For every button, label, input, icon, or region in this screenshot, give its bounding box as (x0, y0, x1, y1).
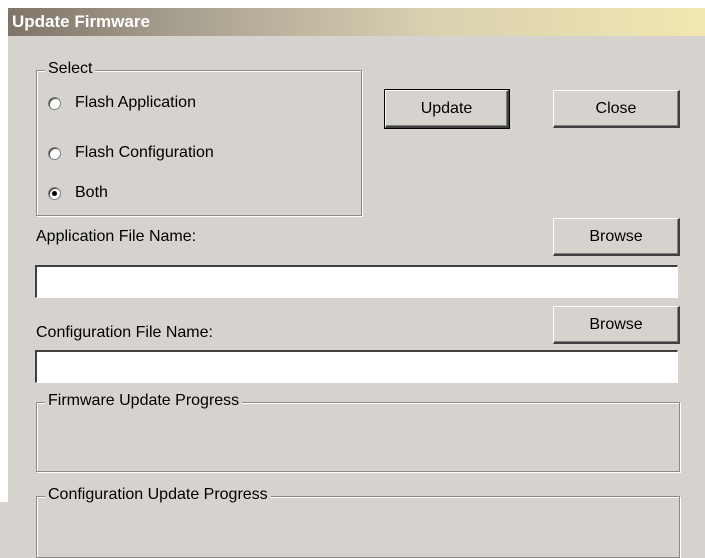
application-file-label: Application File Name: (36, 228, 197, 245)
radio-both[interactable]: Both (48, 184, 108, 202)
configuration-progress-groupbox: Configuration Update Progress (36, 486, 680, 558)
radio-selected-dot (52, 190, 57, 196)
update-button[interactable]: Update (384, 89, 510, 129)
radio-label-flash-application: Flash Application (75, 94, 196, 111)
application-file-input[interactable] (35, 265, 678, 298)
radio-button[interactable] (48, 96, 61, 110)
radio-label-both: Both (75, 184, 108, 201)
window-frame-left (0, 0, 8, 502)
browse-application-button[interactable]: Browse (553, 218, 680, 256)
configuration-file-label: Configuration File Name: (36, 324, 213, 341)
select-group-label: Select (45, 60, 96, 78)
configuration-file-input[interactable] (35, 350, 678, 383)
radio-label-flash-configuration: Flash Configuration (75, 144, 214, 161)
firmware-progress-groupbox: Firmware Update Progress (36, 392, 680, 472)
window-title: Update Firmware (12, 12, 150, 31)
title-bar[interactable]: Update Firmware (8, 8, 705, 36)
firmware-progress-label: Firmware Update Progress (45, 392, 243, 410)
radio-flash-configuration[interactable]: Flash Configuration (48, 144, 214, 162)
close-button[interactable]: Close (553, 90, 680, 128)
browse-configuration-button[interactable]: Browse (553, 306, 680, 344)
window-frame-top (0, 0, 705, 8)
radio-flash-application[interactable]: Flash Application (48, 94, 196, 112)
radio-button[interactable] (48, 146, 61, 160)
radio-button-selected[interactable] (48, 186, 61, 200)
configuration-progress-label: Configuration Update Progress (45, 486, 271, 504)
